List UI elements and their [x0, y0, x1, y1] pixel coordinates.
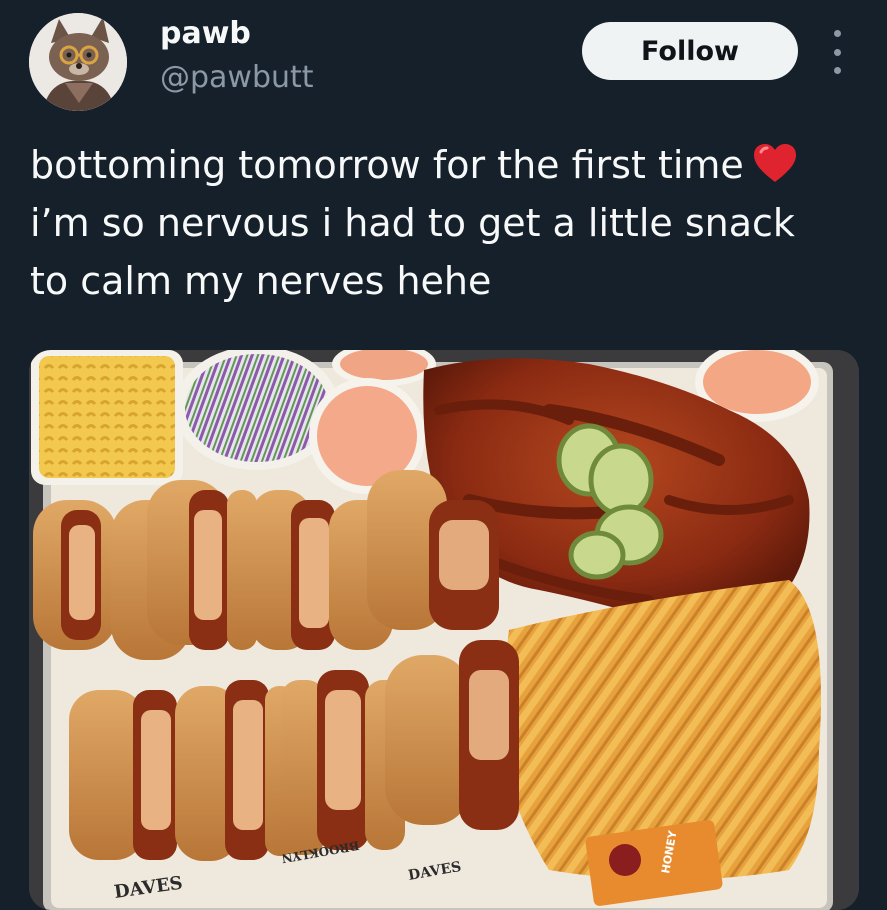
more-horizontal-icon[interactable]: [826, 30, 848, 74]
more-dot: [833, 30, 841, 37]
tweet-photo[interactable]: HONEY DAVES DAVES BROOKLYN: [29, 350, 859, 910]
tweet-text-line-1: bottoming tomorrow for the first time: [30, 143, 744, 187]
more-dot: [833, 48, 841, 56]
tweet-text-line-2: i’m so nervous i had to get a little sna…: [30, 201, 795, 245]
red-heart-emoji-icon: [753, 144, 796, 182]
display-name[interactable]: pawb: [160, 16, 251, 52]
follow-button[interactable]: Follow: [582, 22, 798, 80]
tweet-header: pawb @pawbutt Follow: [0, 0, 887, 130]
food-tray-image: HONEY DAVES DAVES BROOKLYN: [29, 350, 859, 910]
tweet-text-line-3: to calm my nerves hehe: [30, 259, 492, 303]
avatar-image: [29, 13, 127, 111]
handle[interactable]: @pawbutt: [160, 60, 314, 96]
more-dot: [833, 67, 841, 74]
avatar[interactable]: [29, 13, 127, 111]
tweet-text: bottoming tomorrow for the first time i’…: [30, 136, 870, 310]
